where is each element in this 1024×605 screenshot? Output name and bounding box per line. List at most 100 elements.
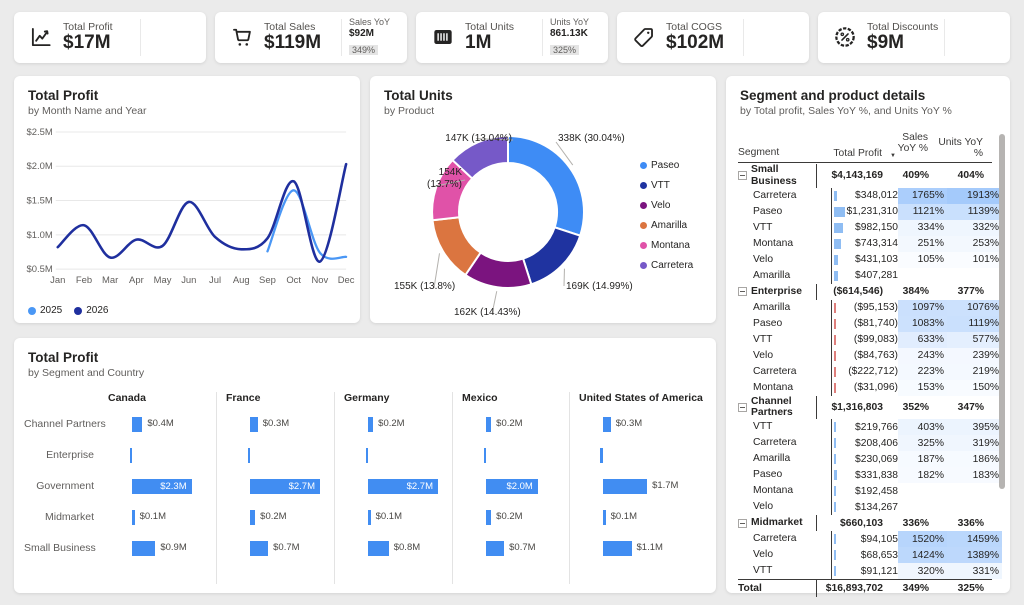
legend-dot-icon [640, 222, 647, 229]
line-chart[interactable]: $0.5M$1.0M$1.5M$2.0M$2.5MJanFebMarAprMay… [20, 122, 356, 299]
table-group-row[interactable]: Channel Partners$1,316,803352%347% [738, 396, 992, 420]
table-item-row[interactable]: Amarilla$407,281 [738, 268, 992, 284]
table-item-row[interactable]: VTT$91,121320%331% [738, 563, 992, 579]
sales-header-text: Sales YoY %▼ [882, 132, 928, 159]
kpi-card-main: Total Discounts$9M [826, 21, 944, 54]
legend-item-amarilla[interactable]: Amarilla [640, 220, 693, 231]
cell-units-yoy: 219% [947, 364, 1002, 380]
bar-united-states-of-america-enterprise[interactable] [600, 448, 603, 463]
bar-mexico-enterprise[interactable] [484, 448, 486, 463]
table-item-row[interactable]: Paseo$331,838182%183% [738, 467, 992, 483]
table-group-row[interactable]: Midmarket$660,103336%336% [738, 515, 992, 531]
profit-data-bar [834, 303, 836, 313]
bar-canada-channel-partners[interactable] [132, 417, 142, 432]
column-header-total-profit[interactable]: Total Profit [816, 132, 882, 159]
table-item-row[interactable]: Montana$743,314251%253% [738, 236, 992, 252]
collapse-icon[interactable] [738, 171, 747, 180]
bar-mexico-small-business[interactable] [486, 541, 504, 556]
table-item-row[interactable]: Carretera$94,1051520%1459% [738, 531, 992, 547]
legend-item-carretera[interactable]: Carretera [640, 260, 693, 271]
donut-slice-paseo[interactable] [508, 136, 584, 236]
cart-icon [229, 24, 255, 50]
donut-chart[interactable]: 338K (30.04%)169K (14.99%)162K (14.43%)1… [370, 76, 716, 323]
legend-item-montana[interactable]: Montana [640, 240, 693, 251]
bar-mexico-midmarket[interactable] [486, 510, 491, 525]
bar-mexico-channel-partners[interactable] [486, 417, 491, 432]
table-item-row[interactable]: Carretera$348,0121765%1913% [738, 188, 992, 204]
donut-slice-vtt[interactable] [523, 227, 580, 284]
column-header-segment[interactable]: Segment [738, 147, 816, 159]
table-item-row[interactable]: VTT($99,083)633%577% [738, 332, 992, 348]
bar-united-states-of-america-channel-partners[interactable] [603, 417, 611, 432]
legend-item-paseo[interactable]: Paseo [640, 160, 693, 171]
bar-germany-enterprise[interactable] [366, 448, 368, 463]
table-item-row[interactable]: Velo$68,6531424%1389% [738, 547, 992, 563]
table-item-row[interactable]: Velo$134,267 [738, 499, 992, 515]
bar-united-states-of-america-midmarket[interactable] [603, 510, 606, 525]
row-label: VTT [738, 421, 831, 433]
table-group-row[interactable]: Enterprise($614,546)384%377% [738, 284, 992, 300]
y-axis-tick-label: $2.5M [27, 127, 53, 138]
table-item-row[interactable]: Montana($31,096)153%150% [738, 380, 992, 396]
kpi-value: $119M [264, 33, 321, 54]
legend-item-vtt[interactable]: VTT [640, 180, 693, 191]
bar-germany-small-business[interactable] [368, 541, 389, 556]
table-item-row[interactable]: Carretera($222,712)223%219% [738, 364, 992, 380]
bar-germany-midmarket[interactable] [368, 510, 371, 525]
cell-sales-yoy: 352% [883, 396, 932, 420]
table-item-row[interactable]: VTT$982,150334%332% [738, 220, 992, 236]
table-item-row[interactable]: Amarilla$230,069187%186% [738, 451, 992, 467]
profit-data-bar [834, 207, 845, 217]
row-label: Small Business [738, 164, 816, 188]
table-total-row[interactable]: Total$16,893,702349%325% [738, 579, 992, 597]
bar-germany-channel-partners[interactable] [368, 417, 373, 432]
legend-item-2026[interactable]: 2026 [74, 305, 108, 316]
table-item-row[interactable]: VTT$219,766403%395% [738, 419, 992, 435]
collapse-icon[interactable] [738, 403, 747, 412]
panel-separator [334, 392, 335, 584]
segment-table-title: Segment and product details [740, 88, 1010, 103]
cell-units-yoy [947, 499, 1002, 515]
table-item-row[interactable]: Paseo$1,231,3101121%1139% [738, 204, 992, 220]
bar-france-enterprise[interactable] [248, 448, 250, 463]
cell-units-yoy: 1913% [947, 188, 1002, 204]
legend-dot-icon [640, 262, 647, 269]
cell-sales-yoy: 633% [898, 332, 947, 348]
legend-item-velo[interactable]: Velo [640, 200, 693, 211]
profit-data-bar [834, 566, 836, 576]
bar-canada-midmarket[interactable] [132, 510, 135, 525]
table-item-row[interactable]: Velo($84,763)243%239% [738, 348, 992, 364]
x-axis-tick-label: Mar [102, 275, 118, 286]
line-series-2026[interactable] [58, 164, 346, 262]
collapse-icon[interactable] [738, 519, 747, 528]
bar-data-label: $0.2M [378, 418, 404, 429]
donut-data-label-montana: 154K(13.7%) [408, 167, 462, 190]
legend-dot-icon [28, 307, 36, 315]
legend-item-2025[interactable]: 2025 [28, 305, 62, 316]
cell-total-profit: $431,103 [831, 252, 898, 268]
cell-total-profit: $219,766 [831, 419, 898, 435]
table-item-row[interactable]: Amarilla($95,153)1097%1076% [738, 300, 992, 316]
cell-total-profit: $4,143,169 [816, 164, 883, 188]
y-axis-tick-label: $1.0M [27, 230, 53, 241]
table-scrollbar-thumb[interactable] [999, 134, 1005, 489]
table-group-row[interactable]: Small Business$4,143,169409%404% [738, 164, 992, 188]
bar-france-small-business[interactable] [250, 541, 268, 556]
bar-united-states-of-america-small-business[interactable] [603, 541, 632, 556]
bar-data-label: $0.9M [160, 542, 186, 553]
bar-data-label: $0.8M [394, 542, 420, 553]
table-item-row[interactable]: Velo$431,103105%101% [738, 252, 992, 268]
column-header-sales-yoy[interactable]: Sales YoY %▼ [882, 132, 931, 159]
kpi-text: Total Sales$119M [264, 21, 321, 54]
bar-canada-small-business[interactable] [132, 541, 155, 556]
table-item-row[interactable]: Montana$192,458 [738, 483, 992, 499]
table-item-row[interactable]: Carretera$208,406325%319% [738, 435, 992, 451]
bar-canada-enterprise[interactable] [130, 448, 132, 463]
bar-france-channel-partners[interactable] [250, 417, 258, 432]
bar-united-states-of-america-government[interactable] [603, 479, 647, 494]
bar-france-midmarket[interactable] [250, 510, 255, 525]
column-header-units-yoy[interactable]: Units YoY % [931, 132, 986, 159]
table-item-row[interactable]: Paseo($81,740)1083%1119% [738, 316, 992, 332]
cell-total-profit: $91,121 [831, 563, 898, 579]
collapse-icon[interactable] [738, 287, 747, 296]
